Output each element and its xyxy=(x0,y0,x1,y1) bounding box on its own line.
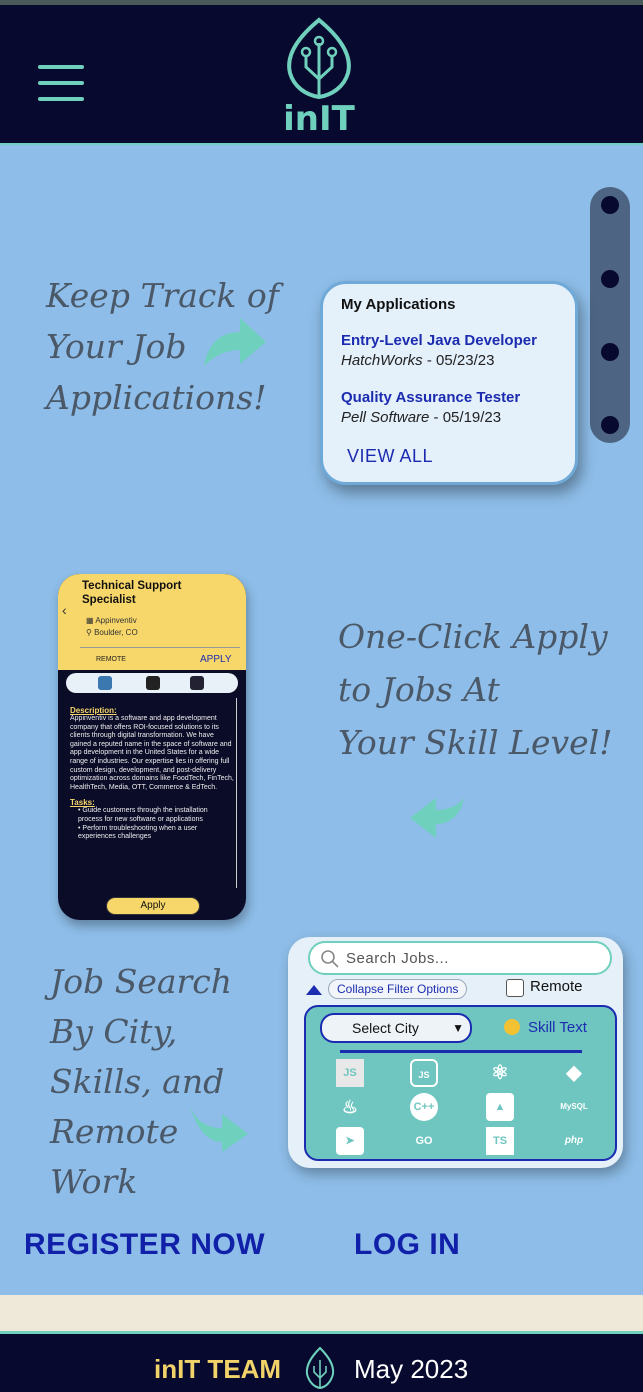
log-in-button[interactable]: LOG IN xyxy=(354,1228,460,1262)
job-detail-location: ⚲ Boulder, CO xyxy=(86,628,138,637)
nav-dot[interactable] xyxy=(601,416,619,434)
footer-date: May 2023 xyxy=(354,1354,469,1384)
curved-arrow-left-icon xyxy=(410,798,464,838)
tasks-label: Tasks: xyxy=(70,798,95,808)
search-headline: Job Search By City, Skills, and Remote W… xyxy=(50,957,232,1207)
headline-line: Job Search xyxy=(50,962,233,1001)
skill-text-toggle[interactable]: Skill Text xyxy=(528,1019,587,1036)
powerbi-icon[interactable]: ▲ xyxy=(486,1093,514,1121)
leaf-circuit-icon xyxy=(287,17,351,100)
java-icon[interactable]: ♨ xyxy=(336,1093,364,1121)
apply-headline: One-Click Apply to Jobs At Your Skill Le… xyxy=(338,610,613,769)
nav-dot[interactable] xyxy=(601,196,619,214)
python-icon[interactable]: ◆ xyxy=(560,1059,588,1087)
job-search-card: Search Jobs... Collapse Filter Options R… xyxy=(288,937,623,1168)
javascript-icon[interactable]: JS xyxy=(336,1059,364,1087)
search-icon xyxy=(321,950,339,968)
react-icon xyxy=(190,676,204,690)
task-item: • Perform troubleshooting when a user ex… xyxy=(78,824,198,841)
search-placeholder: Search Jobs... xyxy=(346,950,449,967)
go-icon[interactable]: GO xyxy=(410,1127,438,1155)
skill-toggle-icon[interactable] xyxy=(504,1019,520,1035)
my-applications-card: My Applications Entry-Level Java Develop… xyxy=(320,281,578,485)
nodejs-icon[interactable]: JS xyxy=(410,1059,438,1087)
register-now-button[interactable]: REGISTER NOW xyxy=(24,1228,265,1262)
search-input[interactable]: Search Jobs... xyxy=(308,941,612,975)
typescript-icon[interactable]: TS xyxy=(486,1127,514,1155)
application-job-title[interactable]: Entry-Level Java Developer xyxy=(341,332,537,349)
filter-panel: Select City ▼ Skill Text JS JS ⚛ ◆ ♨ C++… xyxy=(304,1005,617,1161)
swift-icon[interactable]: ➤ xyxy=(336,1127,364,1155)
view-all-link[interactable]: VIEW ALL xyxy=(347,446,433,467)
select-city-value: Select City xyxy=(352,1020,419,1036)
collapse-triangle-icon[interactable] xyxy=(306,985,322,995)
python-icon xyxy=(98,676,112,690)
skill-icon-bar xyxy=(66,673,238,693)
init-logo[interactable]: inIT xyxy=(278,17,360,139)
leaf-circuit-icon xyxy=(305,1346,335,1390)
description-text: Appinventiv is a software and app develo… xyxy=(70,715,234,791)
footer-team: inIT TEAM xyxy=(154,1354,282,1384)
job-detail-title: Technical Support Specialist xyxy=(82,580,182,606)
cpp-icon[interactable]: C++ xyxy=(410,1093,438,1121)
apply-link[interactable]: APPLY xyxy=(200,654,232,665)
job-detail-company: ▦ Appinventiv xyxy=(86,616,137,625)
curved-arrow-right-icon xyxy=(190,1106,248,1152)
logo-text: inIT xyxy=(283,99,355,139)
application-meta: Pell Software - 05/19/23 xyxy=(341,409,502,426)
job-description: Description: Appinventiv is a software a… xyxy=(70,706,234,842)
nav-dot[interactable] xyxy=(601,270,619,288)
application-job-title[interactable]: Quality Assurance Tester xyxy=(341,389,520,406)
headline-line: By City, xyxy=(50,1012,178,1051)
curved-arrow-right-icon xyxy=(204,318,266,366)
app-footer: inIT TEAM May 2023 xyxy=(0,1331,643,1392)
mysql-icon[interactable]: MySQL xyxy=(560,1093,588,1121)
section-scroll-nav[interactable] xyxy=(590,187,630,443)
chevron-down-icon: ▼ xyxy=(452,1021,464,1035)
application-meta: HatchWorks - 05/23/23 xyxy=(341,352,495,369)
apply-button[interactable]: Apply xyxy=(106,897,200,915)
footer-spacer xyxy=(0,1295,643,1331)
select-city-dropdown[interactable]: Select City ▼ xyxy=(320,1013,472,1043)
app-header: inIT xyxy=(0,5,643,145)
divider xyxy=(80,647,240,648)
headline-line: to Jobs At xyxy=(338,670,500,709)
my-applications-title: My Applications xyxy=(341,296,456,313)
php-icon[interactable]: php xyxy=(560,1127,588,1155)
headline-line: Work xyxy=(50,1162,138,1201)
hamburger-menu-icon[interactable] xyxy=(38,65,86,101)
job-detail-phone-mockup: ‹ Technical Support Specialist ▦ Appinve… xyxy=(58,574,246,920)
headline-line: One-Click Apply xyxy=(338,617,608,656)
divider xyxy=(340,1050,582,1053)
collapse-filter-button[interactable]: Collapse Filter Options xyxy=(328,979,468,999)
scrollbar[interactable] xyxy=(236,698,237,888)
skill-icon xyxy=(146,676,160,690)
react-icon[interactable]: ⚛ xyxy=(486,1059,514,1087)
remote-label: Remote xyxy=(530,978,583,995)
headline-line: Your Skill Level! xyxy=(338,723,613,762)
nav-dot[interactable] xyxy=(601,343,619,361)
back-chevron-icon[interactable]: ‹ xyxy=(62,602,67,618)
headline-line: Applications! xyxy=(46,378,267,417)
description-label: Description: xyxy=(70,706,117,715)
remote-checkbox[interactable] xyxy=(506,979,524,997)
task-item: • Guide customers through the installati… xyxy=(78,807,208,823)
remote-tag: REMOTE xyxy=(96,656,126,663)
